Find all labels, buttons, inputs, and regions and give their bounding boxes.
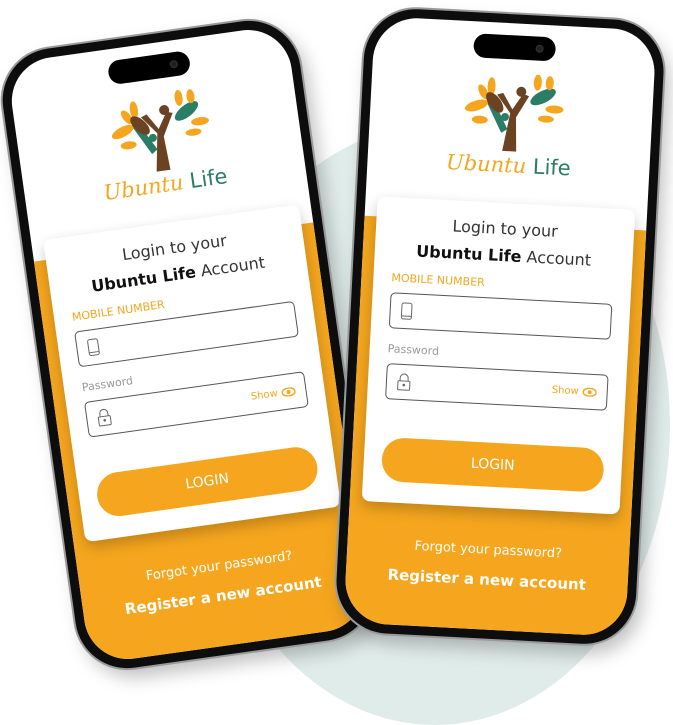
camera-icon xyxy=(535,44,544,53)
password-input[interactable]: Show xyxy=(385,363,609,411)
phone-icon xyxy=(87,338,100,357)
show-label: Show xyxy=(250,387,279,403)
eye-icon xyxy=(582,387,597,397)
login-subtitle: Ubuntu Life Account xyxy=(392,240,615,271)
brand-word-ubuntu: Ubuntu xyxy=(445,149,527,179)
title-brand: Ubuntu Life xyxy=(90,262,198,296)
phone-screen: Ubuntu Life Login to your Ubuntu Life Ac… xyxy=(343,16,657,637)
lock-icon xyxy=(397,373,411,391)
title-brand: Ubuntu Life xyxy=(415,241,523,267)
tree-logo-icon xyxy=(111,89,209,172)
title-suffix: Account xyxy=(526,247,592,270)
tree-logo-icon xyxy=(464,74,564,152)
mobile-number-label: MOBILE NUMBER xyxy=(391,271,486,290)
camera-icon xyxy=(169,59,179,69)
show-label: Show xyxy=(551,384,580,397)
dynamic-island xyxy=(106,50,192,86)
mobile-number-input[interactable] xyxy=(388,292,613,340)
login-card: Login to your Ubuntu Life Account MOBILE… xyxy=(361,196,636,515)
phone-icon xyxy=(400,302,413,320)
dynamic-island xyxy=(473,33,557,62)
brand-word-life: Life xyxy=(188,164,229,194)
phone-left: Ubuntu Life Login to your Ubuntu Life Ac… xyxy=(0,14,381,675)
login-title: Login to your xyxy=(452,216,559,241)
eye-icon xyxy=(281,386,296,397)
login-card: Login to your Ubuntu Life Account MOBILE… xyxy=(43,204,342,543)
show-password-toggle[interactable]: Show xyxy=(551,384,597,397)
login-button[interactable]: LOGIN xyxy=(380,437,605,493)
show-password-toggle[interactable]: Show xyxy=(250,385,296,402)
ubuntu-life-logo: Ubuntu Life xyxy=(433,69,588,181)
title-suffix: Account xyxy=(199,252,267,281)
password-label: Password xyxy=(387,342,440,358)
ubuntu-life-logo: Ubuntu Life xyxy=(78,83,241,207)
lock-icon xyxy=(97,408,112,427)
brand-word-life: Life xyxy=(532,154,572,181)
phone-right: Ubuntu Life Login to your Ubuntu Life Ac… xyxy=(333,6,667,647)
phone-screen: Ubuntu Life Login to your Ubuntu Life Ac… xyxy=(6,24,370,665)
login-button[interactable]: LOGIN xyxy=(94,444,321,519)
